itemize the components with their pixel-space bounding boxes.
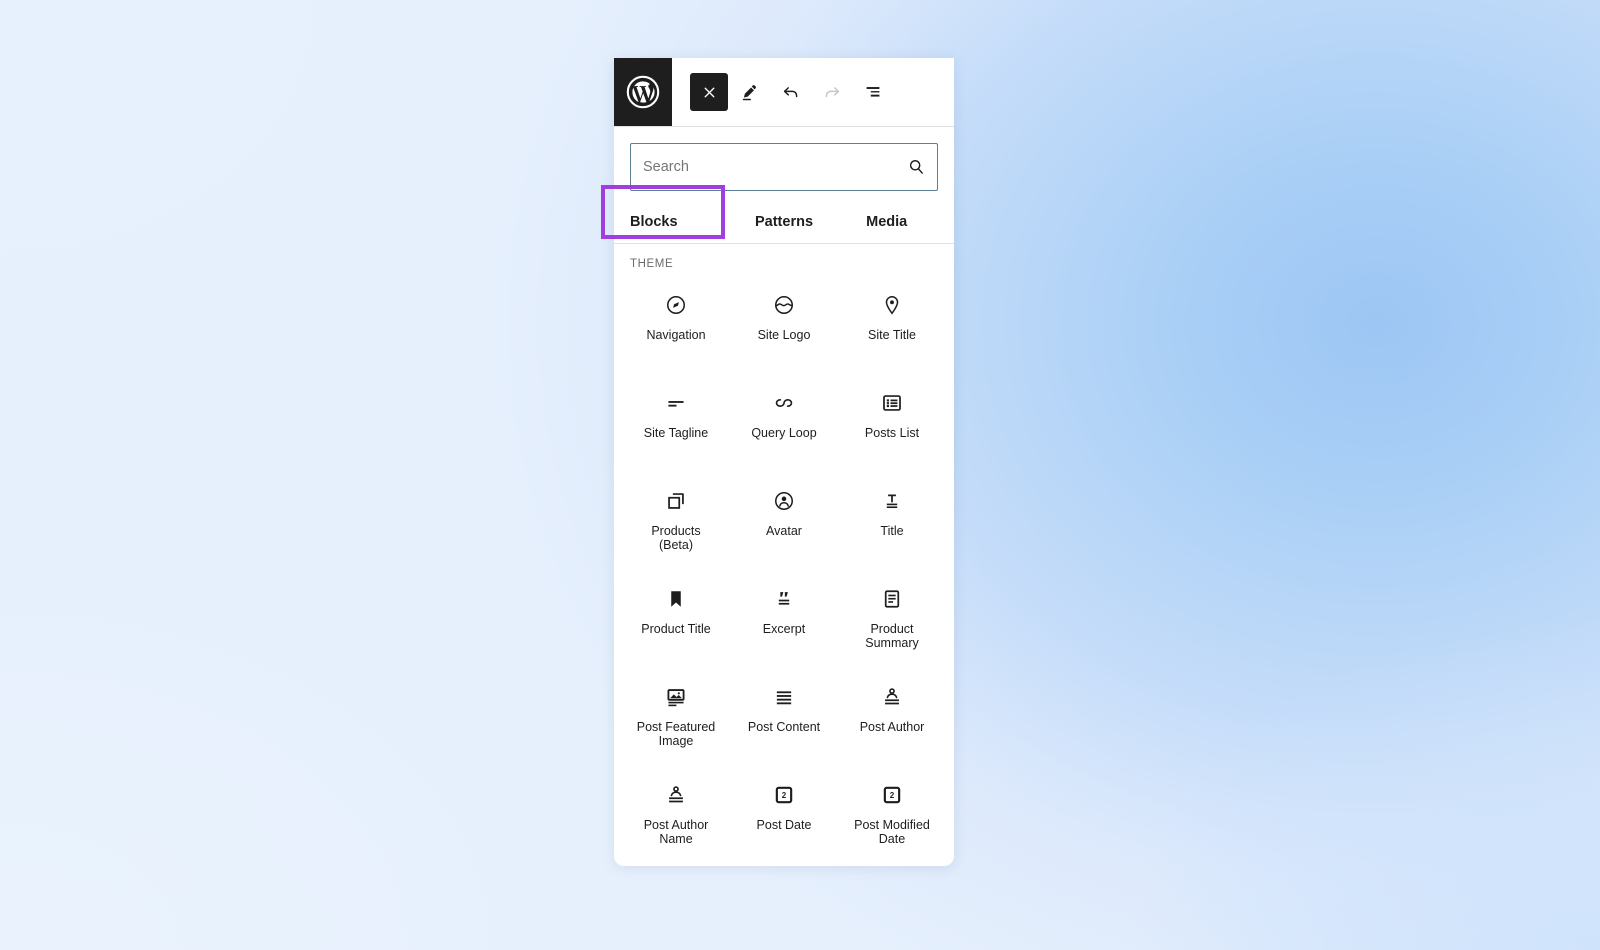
tab-blocks[interactable]: Blocks (630, 202, 733, 243)
loop-icon (771, 388, 797, 418)
block-item-label: Post Author Name (643, 818, 709, 847)
block-item-label: Post Date (756, 818, 812, 832)
block-item-label: Product Summary (865, 622, 919, 651)
bookmark-icon (663, 584, 689, 614)
block-item[interactable]: 2 Post Date (730, 766, 838, 864)
block-item-label: Post Content (747, 720, 821, 734)
block-item-label: Post Modified Date (854, 818, 930, 847)
wordpress-logo-icon[interactable] (614, 58, 672, 126)
svg-text:2: 2 (890, 791, 895, 800)
search-magnifier-icon (907, 158, 926, 177)
tab-media[interactable]: Media (835, 202, 938, 243)
svg-text:2: 2 (782, 791, 787, 800)
background-highlight-bottom-right (900, 470, 1600, 950)
block-item-label: Excerpt (762, 622, 806, 636)
block-item[interactable]: Product Summary (838, 570, 946, 668)
search-field[interactable] (630, 143, 938, 191)
block-category-label: THEME (630, 258, 674, 270)
block-item-label: Products (Beta) (651, 524, 701, 553)
block-item-label: Site Title (868, 328, 916, 342)
avatar-icon (771, 486, 797, 516)
block-item[interactable]: Products (Beta) (622, 472, 730, 570)
block-item-label: Query Loop (751, 426, 817, 440)
block-item[interactable]: Post Content (730, 668, 838, 766)
search-row (614, 127, 954, 191)
block-item-label: Post Author (859, 720, 925, 734)
block-item[interactable]: Site Title (838, 276, 946, 374)
tab-patterns[interactable]: Patterns (733, 202, 836, 243)
title-t-icon (879, 486, 905, 516)
block-item[interactable]: Query Loop (730, 374, 838, 472)
site-logo-icon (771, 290, 797, 320)
block-item[interactable]: Site Logo (730, 276, 838, 374)
calendar-icon: 2 (879, 780, 905, 810)
close-inserter-button[interactable] (690, 73, 728, 111)
featured-image-icon (663, 682, 689, 712)
compass-icon (663, 290, 689, 320)
block-item[interactable]: 2 Post Modified Date (838, 766, 946, 864)
list-view-button[interactable] (854, 73, 892, 111)
block-item[interactable]: Post Author Name (622, 766, 730, 864)
calendar-icon: 2 (771, 780, 797, 810)
edit-tool-button[interactable] (731, 73, 769, 111)
toolbar-buttons (672, 73, 892, 111)
tagline-lines-icon (663, 388, 689, 418)
post-author-icon (879, 682, 905, 712)
undo-button[interactable] (772, 73, 810, 111)
block-list: THEME Navigation Site Logo Site Title Site … (614, 244, 954, 866)
editor-toolbar (614, 58, 954, 127)
block-item-label: Avatar (766, 524, 802, 538)
block-item[interactable]: Post Featured Image (622, 668, 730, 766)
redo-button[interactable] (813, 73, 851, 111)
quote-excerpt-icon (771, 584, 797, 614)
block-item[interactable]: Site Tagline (622, 374, 730, 472)
copy-squares-icon (663, 486, 689, 516)
block-item-label: Title (880, 524, 904, 538)
block-item[interactable]: Excerpt (730, 570, 838, 668)
block-item[interactable]: Posts List (838, 374, 946, 472)
posts-list-icon (879, 388, 905, 418)
block-item-label: Site Logo (757, 328, 811, 342)
block-item[interactable]: Title (838, 472, 946, 570)
document-icon (879, 584, 905, 614)
inserter-tabs: Blocks Patterns Media (614, 202, 954, 244)
block-item-label: Navigation (646, 328, 706, 342)
block-inserter-panel: Blocks Patterns Media THEME Navigation Si… (614, 58, 954, 866)
block-item[interactable]: Post Author (838, 668, 946, 766)
block-grid: Navigation Site Logo Site Title Site Taglin… (622, 276, 946, 864)
post-author-name-icon (663, 780, 689, 810)
block-item[interactable]: Product Title (622, 570, 730, 668)
block-item-label: Posts List (864, 426, 920, 440)
search-input[interactable] (631, 144, 937, 190)
block-item[interactable]: Avatar (730, 472, 838, 570)
block-item-label: Product Title (641, 622, 711, 636)
block-item-label: Site Tagline (643, 426, 709, 440)
block-item[interactable]: Navigation (622, 276, 730, 374)
map-pin-icon (879, 290, 905, 320)
block-item-label: Post Featured Image (636, 720, 716, 749)
content-lines-icon (771, 682, 797, 712)
